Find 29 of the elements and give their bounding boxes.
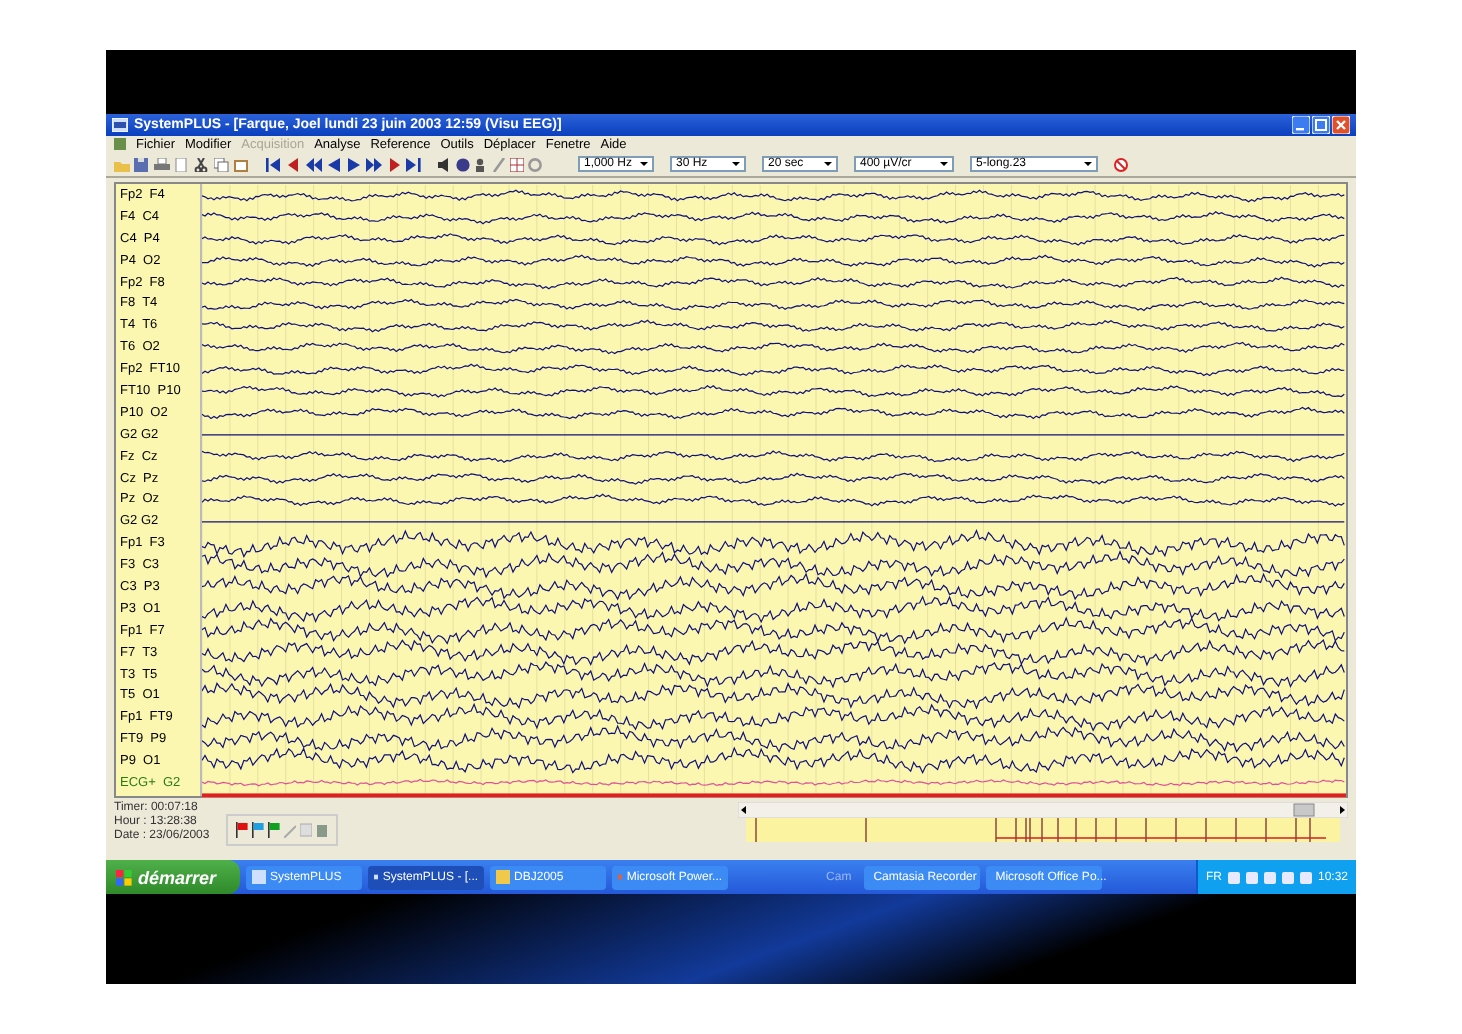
window-icon — [252, 870, 267, 884]
close-icon[interactable] — [1332, 116, 1350, 134]
flag-icon[interactable] — [235, 821, 248, 837]
step-back-icon[interactable] — [326, 157, 342, 171]
person-icon[interactable] — [474, 157, 488, 171]
trash-icon[interactable] — [315, 821, 328, 837]
skip-start-icon[interactable] — [266, 157, 282, 171]
scissors-icon[interactable] — [194, 157, 210, 171]
maximize-icon[interactable] — [1312, 116, 1330, 134]
forward-marker-icon[interactable] — [386, 157, 402, 171]
flag-icon[interactable] — [251, 821, 264, 837]
folder-icon — [496, 870, 511, 884]
back-marker-icon[interactable] — [286, 157, 302, 171]
app-icon — [112, 118, 128, 132]
fast-forward-icon[interactable] — [366, 157, 382, 171]
stop-icon[interactable] — [1114, 157, 1128, 171]
rewind-icon[interactable] — [306, 157, 322, 171]
slide-icon — [618, 870, 623, 884]
grid-icon[interactable] — [510, 157, 524, 171]
printer-icon[interactable] — [154, 157, 170, 171]
start-button[interactable]: démarrer — [106, 860, 241, 894]
window-icon — [374, 870, 379, 884]
skip-end-icon[interactable] — [406, 157, 422, 171]
clipboard-icon[interactable] — [234, 157, 250, 171]
minimize-icon[interactable] — [1292, 116, 1310, 134]
scrollbar[interactable] — [738, 802, 1348, 818]
play-icon[interactable] — [346, 157, 362, 171]
flag-icon[interactable] — [267, 821, 280, 837]
windows-logo-icon — [116, 869, 132, 885]
